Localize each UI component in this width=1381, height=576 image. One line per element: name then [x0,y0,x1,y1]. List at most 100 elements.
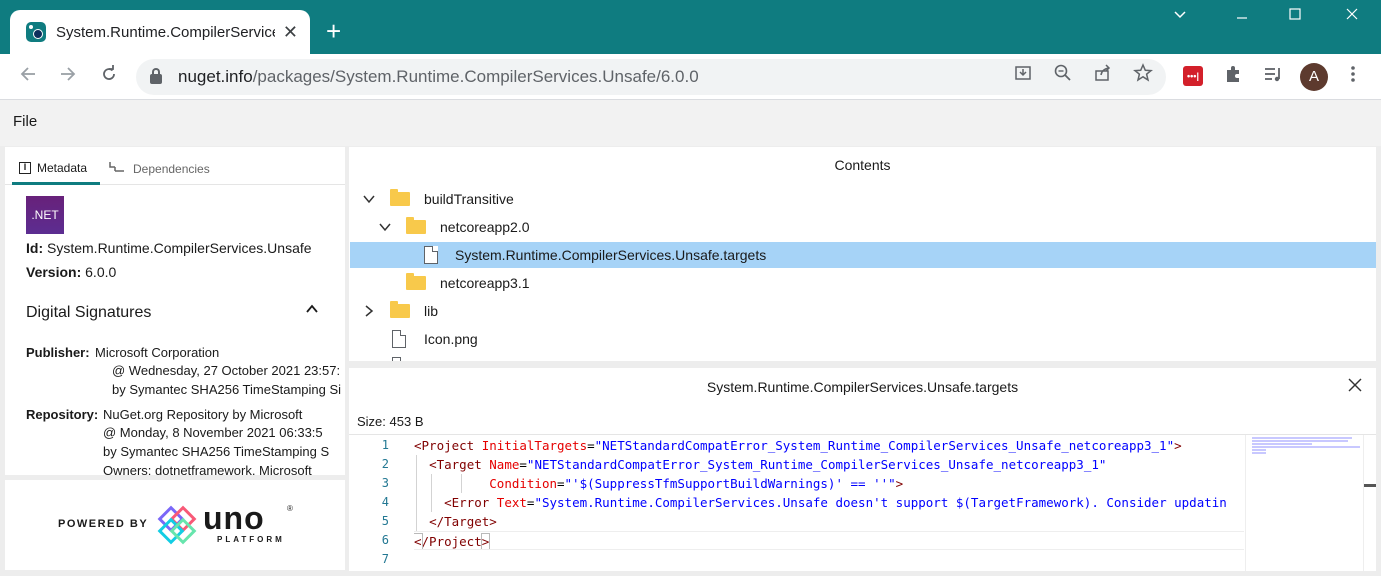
repository-line: by Symantec SHA256 TimeStamping S [103,444,330,459]
digital-signatures-heading[interactable]: Digital Signatures [26,304,151,322]
minimap-line [1252,446,1360,448]
back-arrow-icon[interactable] [16,64,40,90]
forward-arrow-icon[interactable] [56,64,80,90]
close-window-icon[interactable] [1342,6,1362,27]
editor-scrollbar-thumb[interactable] [1364,484,1376,487]
folder-icon [406,217,426,234]
tree-item-selected[interactable]: System.Runtime.CompilerServices.Unsafe.t… [350,242,1376,268]
code-token: "System.Runtime.CompilerServices.Unsafe … [534,495,1227,510]
tree-item[interactable]: netcoreapp3.1 [350,270,1376,296]
nuget-favicon-icon [26,22,46,42]
extensions-puzzle-icon[interactable] [1221,64,1245,91]
profile-avatar[interactable]: A [1300,63,1328,91]
package-version-row: Version: 6.0.0 [26,264,116,280]
url-host: nuget.info [178,67,253,86]
line-number: 6 [381,533,389,547]
platform-text: PLATFORM [217,535,285,544]
line-number: 1 [381,438,389,452]
zoom-icon[interactable] [1052,63,1074,88]
code-token: "NETStandardCompatError_System_Runtime_C… [526,457,1107,472]
code-token: <Project [414,438,482,453]
close-icon[interactable] [1347,377,1363,393]
url-path: /packages/System.Runtime.CompilerService… [252,67,699,86]
chevron-right-icon[interactable] [362,304,376,318]
install-app-icon[interactable] [1012,63,1034,88]
tree-item[interactable]: netcoreapp2.0 [350,214,1376,240]
powered-by-text: POWERED BY [58,518,149,530]
version-label: Version: [26,264,82,280]
share-icon[interactable] [1092,63,1114,88]
file-menu[interactable]: File [13,113,37,130]
code-token: Name [489,457,520,472]
folder-icon [406,273,426,290]
editor-minimap[interactable] [1245,435,1363,571]
browser-tab[interactable]: System.Runtime.CompilerServices.Unsafe ✕ [10,10,310,54]
code-token: <Error [444,495,497,510]
tab-search-chevron-icon[interactable] [1170,6,1190,27]
lock-icon[interactable] [150,68,162,84]
info-box-icon: I [19,162,31,174]
bookmark-star-icon[interactable] [1132,63,1154,88]
id-value: System.Runtime.CompilerServices.Unsafe [47,240,312,256]
tab-metadata[interactable]: I Metadata [19,161,87,175]
tree-item-label: Icon.png [424,331,478,347]
tab-close-icon[interactable]: ✕ [283,22,298,43]
version-value: 6.0.0 [85,264,117,280]
tree-item-label: netcoreapp3.1 [440,275,530,291]
tree-item[interactable]: Icon.png [350,326,1376,352]
file-icon-partial [392,357,406,361]
tab-title: System.Runtime.CompilerServices.Unsafe [56,23,275,41]
editor-scrollbar[interactable] [1363,435,1376,571]
tab-dependencies[interactable]: Dependencies [109,161,210,176]
line-number: 2 [381,457,389,471]
metadata-panel: I Metadata Dependencies .NET Id: System.… [5,147,345,475]
code-line: <Project InitialTargets="NETStandardComp… [414,436,1244,455]
publisher-line: @ Wednesday, 27 October 2021 23:57: [112,363,341,378]
contents-panel: Contents buildTransitive netcoreapp2.0 S… [349,147,1376,361]
code-line: </Target> [414,512,1244,531]
code-token: = [557,476,565,491]
file-icon [424,246,438,264]
maximize-icon[interactable] [1285,6,1305,27]
tree-item-label: buildTransitive [424,191,514,207]
uno-logo-icon [157,505,197,545]
code-token: InitialTargets [481,438,588,453]
uno-wordmark: uno [203,500,265,536]
lastpass-extension-icon[interactable]: •••| [1183,66,1203,86]
folder-icon [390,301,410,318]
file-size-label: Size: 453 B [357,414,424,429]
active-tab-indicator [12,182,100,185]
repository-line: NuGet.org Repository by Microsoft [103,407,303,422]
line-number: 3 [381,476,389,490]
chevron-down-icon[interactable] [378,220,392,234]
dotnet-logo: .NET [26,196,64,234]
code-token: > [895,476,904,491]
code-token: > [1174,438,1182,453]
publisher-line: Microsoft Corporation [95,345,220,360]
publisher-label: Publisher: [26,345,90,360]
tree-item[interactable]: buildTransitive [350,186,1376,212]
collapse-chevron-up-icon[interactable] [305,302,319,316]
code-token: < [414,533,423,549]
code-token: /Project [421,534,482,549]
browser-menu-kebab-icon[interactable] [1341,64,1365,91]
chevron-down-icon[interactable] [362,192,376,206]
line-number: 5 [381,514,389,528]
media-control-icon[interactable] [1261,64,1285,91]
code-line: <Target Name="NETStandardCompatError_Sys… [414,455,1244,474]
folder-icon [390,189,410,206]
minimize-icon[interactable] [1232,6,1252,27]
code-editor[interactable]: 1 2 3 4 5 6 7 <Project InitialTargets="N… [349,434,1376,571]
code-token: "NETStandardCompatError_System_Runtime_C… [594,438,1175,453]
tree-item-label: netcoreapp2.0 [440,219,530,235]
tree-item[interactable]: lib [350,298,1376,324]
reload-icon[interactable] [97,64,121,90]
id-label: Id: [26,240,44,256]
url-text[interactable]: nuget.info/packages/System.Runtime.Compi… [178,67,699,87]
tree-item-label: lib [424,303,439,319]
new-tab-plus-icon[interactable]: + [326,16,341,46]
browser-titlebar: System.Runtime.CompilerServices.Unsafe ✕… [0,0,1381,54]
repository-line: Owners: dotnetframework, Microsoft [103,463,312,475]
minimap-line [1252,452,1266,454]
